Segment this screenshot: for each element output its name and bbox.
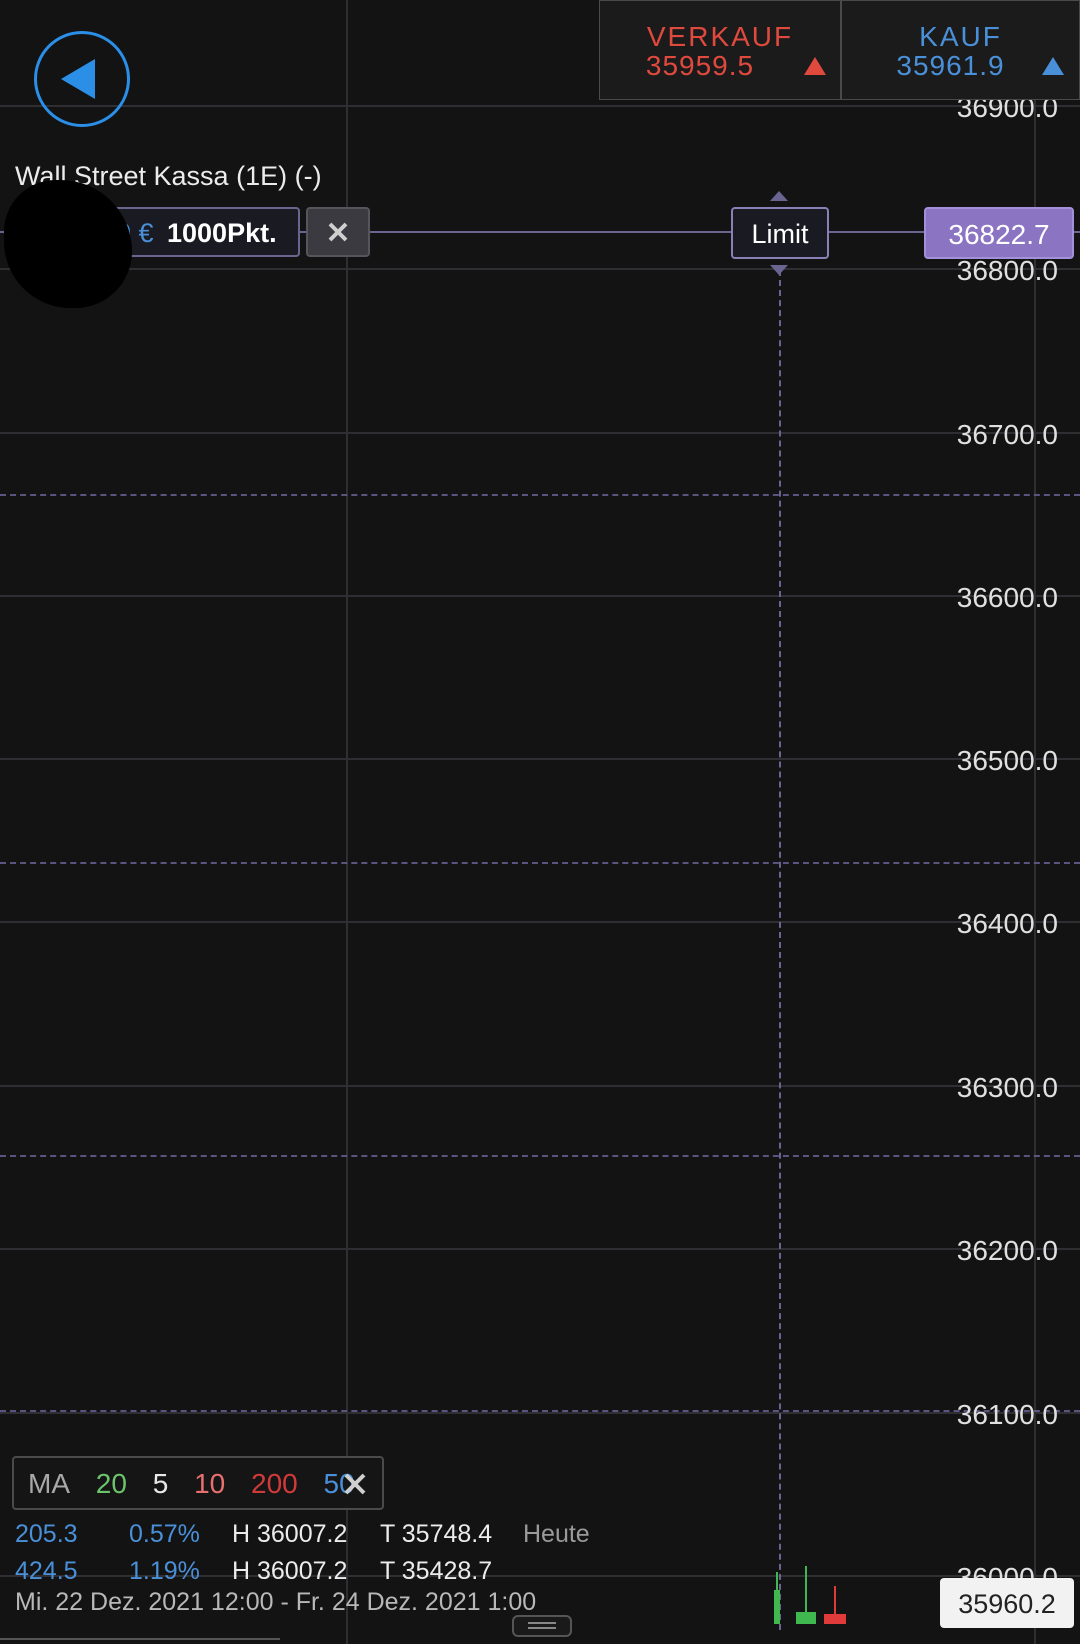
sell-label: VERKAUF — [646, 21, 794, 52]
stats-percent: 1.19% — [129, 1557, 200, 1585]
grid-line — [0, 268, 1080, 270]
stats-high: H 36007.2 — [232, 1520, 348, 1548]
stats-row-range: 424.5 1.19% H 36007.2 T 35428.7 — [0, 1557, 620, 1587]
y-axis-label: 36100.0 — [956, 1399, 1058, 1430]
ma-label: MA — [28, 1468, 70, 1499]
ma-indicator-box[interactable]: MA 20 5 10 200 50 — [12, 1456, 384, 1510]
grid-line — [0, 1412, 1080, 1414]
y-axis-label: 36700.0 — [956, 419, 1058, 450]
back-arrow-icon — [61, 59, 95, 99]
limit-label: Limit — [751, 219, 809, 249]
candle-red — [824, 1614, 846, 1624]
y-axis-label: 36500.0 — [956, 745, 1058, 776]
y-axis-label: 36600.0 — [956, 582, 1058, 613]
y-axis-label: 36300.0 — [956, 1072, 1058, 1103]
back-button[interactable] — [34, 31, 130, 127]
buy-price: 35961.9 — [896, 50, 1005, 81]
limit-vertical-dashed-line — [779, 270, 781, 1630]
redaction-mark — [4, 180, 132, 308]
limit-price-tag: 36822.7 — [924, 207, 1074, 259]
y-axis-label: 36800.0 — [956, 255, 1058, 286]
stats-high: H 36007.2 — [232, 1557, 348, 1585]
ma-period-200[interactable]: 200 — [251, 1468, 298, 1499]
cancel-order-button[interactable] — [306, 207, 370, 257]
grid-line — [0, 921, 1080, 923]
stats-percent: 0.57% — [129, 1520, 200, 1548]
stats-change: 424.5 — [15, 1557, 78, 1585]
buy-label: KAUF — [919, 21, 1002, 52]
dashed-level-line — [0, 1410, 1080, 1412]
drag-down-arrow-icon — [770, 265, 788, 275]
stats-low: T 35748.4 — [380, 1520, 493, 1548]
stats-period: Heute — [523, 1520, 590, 1548]
drag-handle-icon — [528, 1622, 556, 1629]
y-axis-label: 36400.0 — [956, 908, 1058, 939]
date-range: Mi. 22 Dez. 2021 12:00 - Fr. 24 Dez. 202… — [15, 1588, 537, 1616]
bottom-divider — [0, 1638, 280, 1640]
stats-row-today: 205.3 0.57% H 36007.2 T 35748.4 Heute — [0, 1520, 620, 1550]
grid-line — [0, 1248, 1080, 1250]
current-price: 35960.2 — [958, 1589, 1056, 1619]
ma-period-20[interactable]: 20 — [96, 1468, 127, 1499]
grid-line — [0, 758, 1080, 760]
grid-line — [0, 1085, 1080, 1087]
sell-button[interactable]: VERKAUF 35959.5 — [599, 0, 841, 100]
stats-low: T 35428.7 — [380, 1557, 493, 1585]
stats-change: 205.3 — [15, 1520, 78, 1548]
ma-period-5[interactable]: 5 — [153, 1468, 169, 1499]
y-axis-label: 36200.0 — [956, 1235, 1058, 1266]
current-price-tag: 35960.2 — [940, 1578, 1074, 1628]
close-icon — [328, 222, 348, 242]
candle-green — [774, 1590, 780, 1624]
buy-up-arrow-icon — [1042, 57, 1064, 75]
grid-line — [0, 432, 1080, 434]
dashed-level-line — [0, 494, 1080, 496]
candle-green — [796, 1612, 816, 1624]
grid-line — [0, 595, 1080, 597]
grid-line — [0, 105, 1080, 107]
buy-button[interactable]: KAUF 35961.9 — [841, 0, 1080, 100]
limit-handle[interactable]: Limit — [731, 207, 829, 259]
close-icon[interactable] — [340, 1469, 370, 1499]
drag-up-arrow-icon — [770, 191, 788, 201]
order-distance: 1000Pkt. — [167, 218, 277, 248]
dashed-level-line — [0, 1155, 1080, 1157]
ma-period-10[interactable]: 10 — [194, 1468, 225, 1499]
sell-price: 35959.5 — [645, 50, 755, 81]
limit-price: 36822.7 — [948, 219, 1050, 250]
panel-drag-handle[interactable] — [512, 1615, 572, 1637]
dashed-level-line — [0, 862, 1080, 864]
